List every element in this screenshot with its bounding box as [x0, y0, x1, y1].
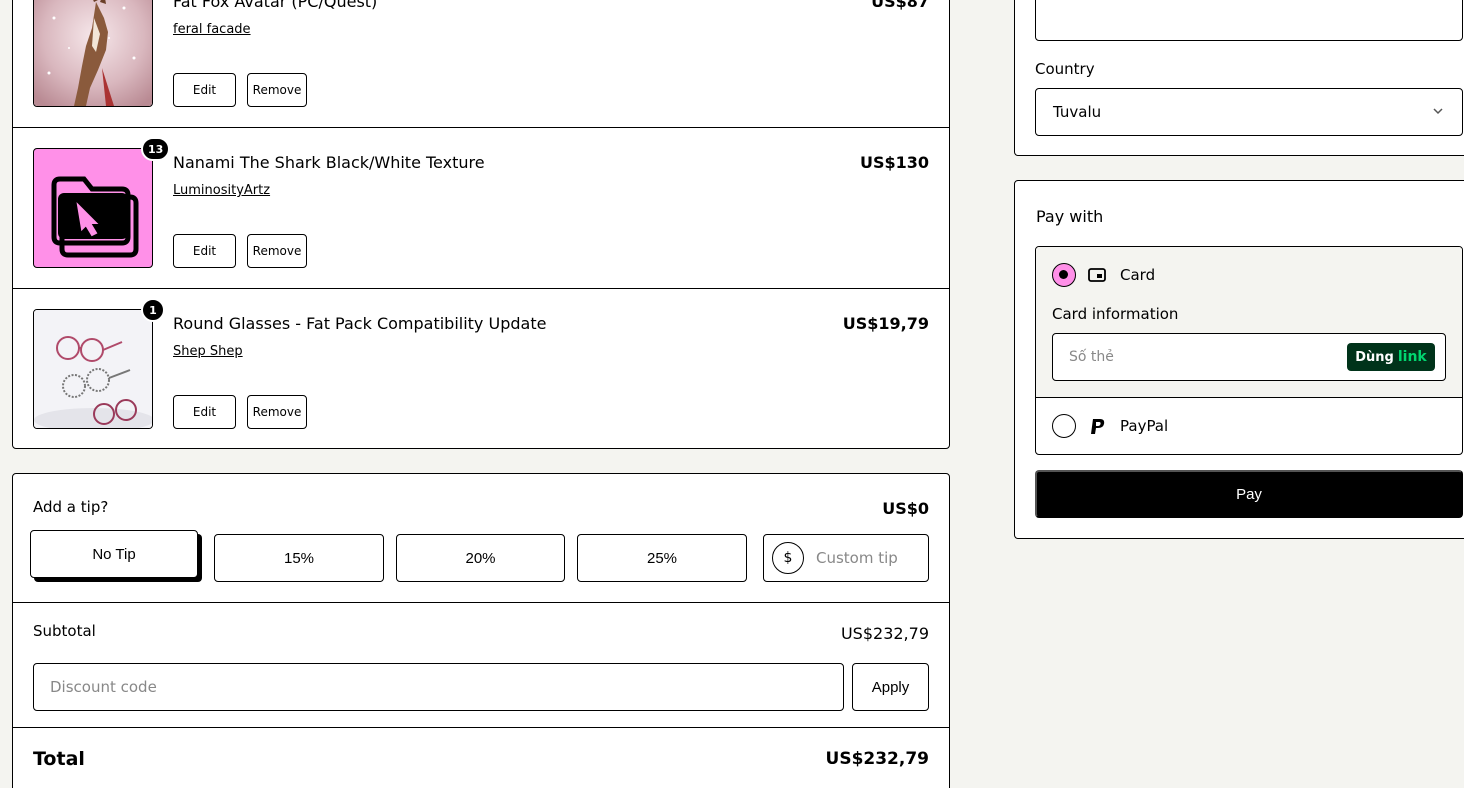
apply-button[interactable]: Apply — [852, 663, 929, 711]
cart-items-card: Fat Fox Avatar (PC/Quest) feral facade U… — [12, 0, 950, 449]
product-price: US$130 — [859, 153, 929, 172]
tip-amount: US$0 — [882, 499, 929, 518]
quantity-badge: 13 — [141, 137, 171, 161]
remove-button[interactable]: Remove — [247, 234, 307, 268]
subtotal-label: Subtotal — [33, 622, 96, 640]
remove-button[interactable]: Remove — [247, 395, 307, 429]
product-thumbnail[interactable] — [33, 0, 153, 107]
country-label: Country — [1035, 60, 1095, 78]
cart-item: Fat Fox Avatar (PC/Quest) feral facade U… — [13, 0, 949, 128]
discount-code-input[interactable]: Discount code — [33, 663, 844, 711]
divider — [13, 727, 949, 728]
custom-tip-placeholder: Custom tip — [816, 549, 898, 567]
address-field[interactable] — [1035, 0, 1463, 41]
credit-card-icon — [1088, 268, 1106, 282]
country-value: Tuvalu — [1053, 103, 1102, 121]
order-summary-card: Add a tip? US$0 No Tip 15% 20% 25% $ Cus… — [12, 473, 950, 788]
quantity-badge: 1 — [141, 298, 165, 322]
link-pay-button[interactable]: Dùng link — [1347, 343, 1435, 371]
edit-button[interactable]: Edit — [173, 234, 236, 268]
total-label: Total — [33, 748, 85, 770]
link-button-prefix: Dùng — [1355, 349, 1394, 365]
pay-button[interactable]: Pay — [1035, 470, 1463, 518]
product-title[interactable]: Nanami The Shark Black/White Texture — [173, 153, 485, 172]
creator-link[interactable]: LuminosityArtz — [173, 183, 270, 198]
cart-item: 1 Round Glasses - Fat Pack Compatibility… — [13, 289, 949, 450]
custom-tip-input[interactable]: $ Custom tip — [763, 534, 929, 582]
cart-item: 13 Nanami The Shark Black/White Texture … — [13, 128, 949, 289]
tip-option-15[interactable]: 15% — [214, 534, 384, 582]
dollar-icon: $ — [772, 542, 804, 574]
edit-button[interactable]: Edit — [173, 73, 236, 107]
folder-cursor-icon — [51, 176, 139, 258]
total-value: US$232,79 — [825, 749, 929, 769]
product-title[interactable]: Fat Fox Avatar (PC/Quest) — [173, 0, 377, 11]
product-thumbnail[interactable] — [33, 148, 153, 268]
creator-link[interactable]: Shep Shep — [173, 344, 243, 359]
paypal-icon — [1091, 419, 1105, 434]
chevron-down-icon — [1433, 108, 1443, 115]
remove-button[interactable]: Remove — [247, 73, 307, 107]
country-select[interactable]: Tuvalu — [1035, 88, 1463, 136]
tip-option-20[interactable]: 20% — [396, 534, 565, 582]
payment-methods: Card Card information Số thẻ Dùng link P… — [1035, 246, 1463, 455]
tip-heading: Add a tip? — [33, 498, 109, 516]
payment-card: Pay with Card Card information Số thẻ Dù… — [1014, 180, 1464, 539]
paypal-radio[interactable] — [1052, 414, 1076, 438]
creator-link[interactable]: feral facade — [173, 22, 251, 37]
subtotal-value: US$232,79 — [840, 624, 929, 643]
card-number-placeholder: Số thẻ — [1069, 349, 1114, 365]
payment-option-card[interactable]: Card Card information Số thẻ Dùng link — [1036, 247, 1462, 398]
address-card: Country Tuvalu — [1014, 0, 1464, 156]
card-radio[interactable] — [1052, 263, 1076, 287]
tip-option-no-tip[interactable]: No Tip — [30, 530, 198, 578]
payment-option-paypal[interactable]: PayPal — [1036, 398, 1462, 454]
tip-option-25[interactable]: 25% — [577, 534, 747, 582]
card-label: Card — [1120, 266, 1156, 284]
paypal-label: PayPal — [1120, 417, 1169, 435]
card-number-input[interactable]: Số thẻ Dùng link — [1052, 333, 1446, 381]
pay-with-heading: Pay with — [1036, 207, 1104, 226]
edit-button[interactable]: Edit — [173, 395, 236, 429]
card-information-label: Card information — [1052, 305, 1179, 323]
link-logo: link — [1397, 349, 1427, 365]
product-title[interactable]: Round Glasses - Fat Pack Compatibility U… — [173, 314, 546, 333]
product-price: US$87 — [871, 0, 929, 11]
product-price: US$19,79 — [842, 314, 929, 333]
product-thumbnail[interactable] — [33, 309, 153, 429]
divider — [13, 602, 949, 603]
